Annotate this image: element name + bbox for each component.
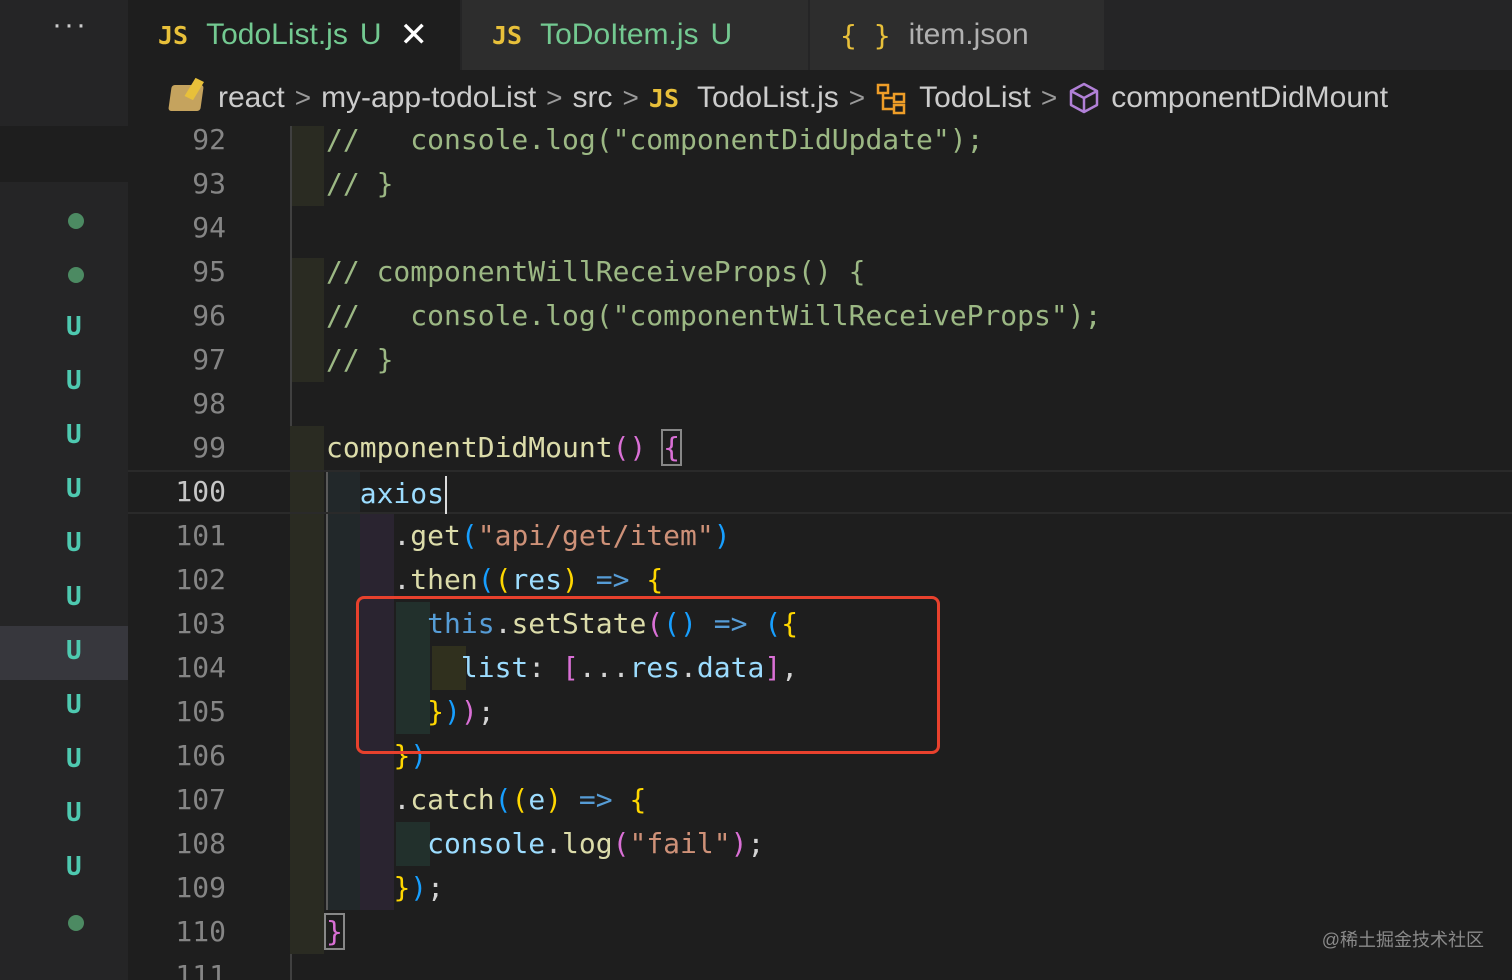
code-text: // console.log("componentDidUpdate"); — [326, 126, 984, 156]
explorer-gap — [0, 126, 128, 182]
tab-label: TodoList.js — [206, 18, 348, 51]
explorer-file-row[interactable] — [0, 248, 128, 302]
modified-dot-icon — [68, 915, 84, 931]
javascript-file-icon: JS — [648, 83, 679, 113]
untracked-badge: U — [66, 474, 82, 504]
code-text: // } — [326, 167, 394, 200]
tab-todolist-js[interactable]: JS TodoList.js U ✕ — [128, 0, 460, 70]
modified-dot-icon — [68, 213, 84, 229]
code-text: // console.log("componentWillReceiveProp… — [326, 299, 1102, 332]
code-line-101: .get("api/get/item") — [128, 514, 1512, 558]
code-line-97: // } — [128, 338, 1512, 382]
code-editor[interactable]: 92 93 94 95 96 97 98 99 100 101 102 103 104 105 106 107… — [128, 126, 1512, 980]
more-actions-icon[interactable]: ··· — [52, 8, 88, 42]
code-line-92: // console.log("componentDidUpdate"); — [128, 126, 1512, 162]
class-symbol-icon — [876, 83, 906, 115]
json-file-icon: { } — [840, 18, 891, 52]
code-text: // componentWillReceiveProps() { — [326, 255, 866, 288]
code-text: componentDidMount() { — [326, 429, 682, 466]
code-text: axios — [326, 472, 448, 516]
code-text: } — [324, 913, 345, 950]
code-line-110: } — [128, 910, 1512, 954]
code-line-95: // componentWillReceiveProps() { — [128, 250, 1512, 294]
close-icon[interactable]: ✕ — [400, 15, 429, 55]
folder-icon — [168, 85, 204, 111]
code-line-109: }); — [128, 866, 1512, 910]
code-text: }); — [393, 871, 445, 904]
watermark: @稀土掘金技术社区 — [1321, 930, 1484, 950]
breadcrumb-item-componentdidmount[interactable]: componentDidMount — [1111, 81, 1388, 115]
tab-bar: JS TodoList.js U ✕ JS ToDoItem.js U { } … — [128, 0, 1512, 70]
code-line-93: // } — [128, 162, 1512, 206]
code-text: // } — [326, 343, 394, 376]
breadcrumb-item-todolist-js[interactable]: TodoList.js — [697, 81, 839, 115]
breadcrumb-item-src[interactable]: src — [573, 81, 613, 115]
explorer-file-row[interactable]: U — [0, 734, 128, 788]
breadcrumb-item-todolist-class[interactable]: TodoList — [919, 81, 1031, 115]
code-text: console.log("fail"); — [427, 827, 765, 860]
line-number: 98 — [192, 387, 226, 420]
explorer-file-row[interactable]: U — [0, 410, 128, 464]
untracked-badge: U — [66, 582, 82, 612]
untracked-badge: U — [66, 690, 82, 720]
untracked-badge: U — [66, 798, 82, 828]
tab-label: item.json — [908, 18, 1029, 51]
code-line-99: componentDidMount() { — [128, 426, 1512, 470]
code-text: .get("api/get/item") — [393, 519, 731, 552]
untracked-badge: U — [66, 420, 82, 450]
explorer-file-row[interactable]: U — [0, 842, 128, 896]
untracked-badge: U — [66, 852, 82, 882]
breadcrumb: react > my-app-todoList > src > JS TodoL… — [128, 70, 1512, 126]
code-text: .catch((e) => { — [393, 783, 647, 816]
text-cursor — [445, 476, 448, 514]
code-line-100: axios — [128, 470, 1512, 514]
method-symbol-icon — [1069, 82, 1099, 114]
tab-label: ToDoItem.js — [540, 18, 699, 51]
chevron-right-icon: > — [546, 82, 563, 113]
explorer-file-row[interactable] — [0, 194, 128, 248]
code-line-96: // console.log("componentWillReceiveProp… — [128, 294, 1512, 338]
code-line-108: console.log("fail"); — [128, 822, 1512, 866]
explorer-file-row[interactable]: U — [0, 680, 128, 734]
untracked-badge: U — [66, 366, 82, 396]
explorer-file-row[interactable]: U — [0, 788, 128, 842]
breadcrumb-item-react[interactable]: react — [218, 81, 285, 115]
explorer-file-row[interactable]: U — [0, 464, 128, 518]
chevron-right-icon: > — [848, 82, 866, 113]
untracked-badge: U — [359, 18, 382, 51]
explorer-file-row[interactable]: U — [0, 518, 128, 572]
tab-item-json[interactable]: { } item.json — [810, 0, 1104, 70]
chevron-right-icon: > — [1040, 82, 1058, 113]
chevron-right-icon: > — [294, 82, 312, 113]
explorer-file-row[interactable]: U — [0, 302, 128, 356]
untracked-badge: U — [66, 312, 82, 342]
explorer-file-row[interactable]: U — [0, 356, 128, 410]
modified-dot-icon — [68, 267, 84, 283]
code-line-107: .catch((e) => { — [128, 778, 1512, 822]
explorer-file-row[interactable]: U — [0, 626, 128, 680]
highlight-box — [356, 596, 940, 754]
chevron-right-icon: > — [622, 82, 639, 113]
untracked-badge: U — [66, 528, 82, 558]
javascript-file-icon: JS — [158, 20, 189, 50]
line-number: 111 — [175, 959, 226, 980]
breadcrumb-item-my-app-todolist[interactable]: my-app-todoList — [321, 81, 536, 115]
explorer-file-row[interactable]: U — [0, 572, 128, 626]
explorer-panel: ··· UUUUUUUUUUU — [0, 0, 128, 980]
tab-todoitem-js[interactable]: JS ToDoItem.js U — [462, 0, 808, 70]
untracked-badge: U — [710, 18, 733, 51]
untracked-badge: U — [66, 636, 82, 666]
javascript-file-icon: JS — [492, 20, 523, 50]
line-number: 94 — [192, 211, 226, 244]
untracked-badge: U — [66, 744, 82, 774]
explorer-file-row[interactable] — [0, 896, 128, 950]
